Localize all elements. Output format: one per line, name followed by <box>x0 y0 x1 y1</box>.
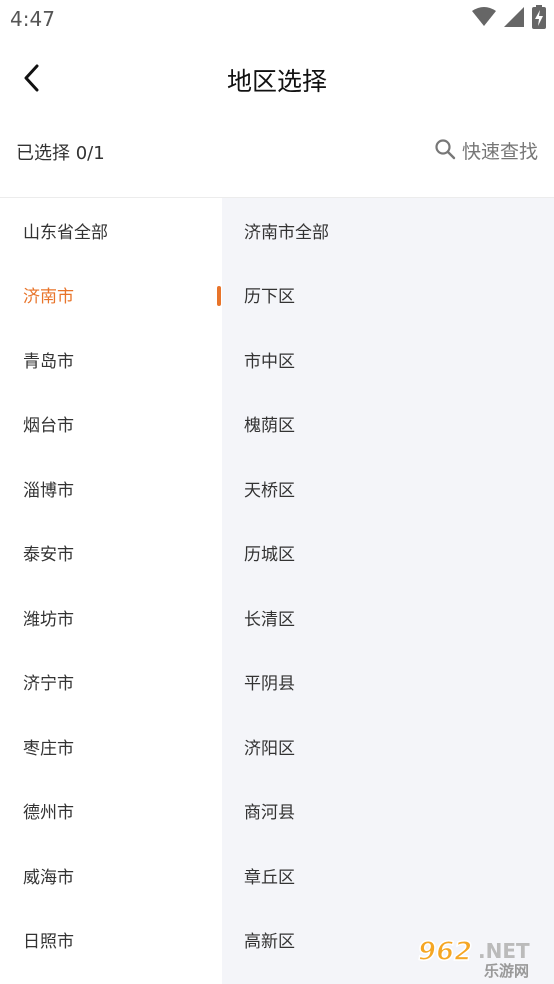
district-item-label: 市中区 <box>244 351 295 372</box>
district-item-label: 历下区 <box>244 287 295 308</box>
search-label: 快速查找 <box>461 141 538 163</box>
city-item-label: 枣庄市 <box>23 738 74 759</box>
district-item-label: 历城区 <box>244 545 295 566</box>
district-item[interactable]: 历城区 <box>222 521 554 586</box>
city-list: 山东省全部济南市青岛市烟台市淄博市泰安市潍坊市济宁市枣庄市德州市威海市日照市 <box>0 198 222 984</box>
status-icons <box>472 5 546 33</box>
selection-count: 已选择 0/1 <box>16 143 105 164</box>
city-item[interactable]: 烟台市 <box>0 392 222 457</box>
site-watermark-logo: 962 .NET 乐游网 <box>414 934 548 980</box>
district-item[interactable]: 济阳区 <box>222 714 554 779</box>
city-item[interactable]: 威海市 <box>0 843 222 908</box>
district-item-label: 济南市全部 <box>244 222 329 243</box>
district-item-label: 槐荫区 <box>244 416 295 437</box>
district-item-label: 济阳区 <box>244 738 295 759</box>
header: 地区选择 <box>0 40 554 122</box>
city-item-label: 山东省全部 <box>23 222 108 243</box>
city-item[interactable]: 青岛市 <box>0 327 222 392</box>
city-item[interactable]: 淄博市 <box>0 456 222 521</box>
city-item[interactable]: 济宁市 <box>0 650 222 715</box>
selection-bar: 已选择 0/1 快速查找 <box>0 122 554 198</box>
city-item-label: 烟台市 <box>23 416 74 437</box>
city-item[interactable]: 泰安市 <box>0 521 222 586</box>
watermark-site: 乐游网 <box>484 962 529 978</box>
district-item-label: 商河县 <box>244 803 295 824</box>
city-item-label: 济宁市 <box>23 674 74 695</box>
district-item-label: 天桥区 <box>244 480 295 501</box>
quick-search-button[interactable]: 快速查找 <box>434 137 538 164</box>
district-item-label: 高新区 <box>244 932 295 953</box>
watermark-number: 962 <box>418 937 472 967</box>
city-item[interactable]: 日照市 <box>0 908 222 973</box>
district-list: 济南市全部历下区市中区槐荫区天桥区历城区长清区平阴县济阳区商河县章丘区高新区 <box>222 198 554 984</box>
district-item-label: 平阴县 <box>244 674 295 695</box>
city-item[interactable]: 潍坊市 <box>0 585 222 650</box>
district-item[interactable]: 商河县 <box>222 779 554 844</box>
wifi-icon <box>472 7 496 31</box>
district-item-label: 长清区 <box>244 609 295 630</box>
city-item-label: 济南市 <box>23 287 74 308</box>
district-item[interactable]: 市中区 <box>222 327 554 392</box>
district-item[interactable]: 天桥区 <box>222 456 554 521</box>
status-time: 4:47 <box>10 7 55 31</box>
district-item[interactable]: 章丘区 <box>222 843 554 908</box>
district-item-label: 章丘区 <box>244 867 295 888</box>
district-item[interactable]: 槐荫区 <box>222 392 554 457</box>
city-item-label: 泰安市 <box>23 545 74 566</box>
page-title: 地区选择 <box>226 67 327 96</box>
city-item-label: 淄博市 <box>23 480 74 501</box>
city-item[interactable]: 德州市 <box>0 779 222 844</box>
watermark-tld: .NET <box>478 939 530 963</box>
city-item[interactable]: 枣庄市 <box>0 714 222 779</box>
city-item-label: 德州市 <box>23 803 74 824</box>
city-item-label: 青岛市 <box>23 351 74 372</box>
district-item[interactable]: 济南市全部 <box>222 198 554 263</box>
search-icon <box>434 138 456 164</box>
active-indicator <box>217 285 221 306</box>
city-item[interactable]: 济南市 <box>0 263 222 328</box>
city-item-label: 日照市 <box>23 932 74 953</box>
district-item[interactable]: 长清区 <box>222 585 554 650</box>
cellular-signal-icon <box>504 7 524 31</box>
city-item-label: 威海市 <box>23 867 74 888</box>
district-item[interactable]: 历下区 <box>222 263 554 328</box>
city-item-label: 潍坊市 <box>23 609 74 630</box>
region-lists: 山东省全部济南市青岛市烟台市淄博市泰安市潍坊市济宁市枣庄市德州市威海市日照市 济… <box>0 198 554 984</box>
district-item[interactable]: 平阴县 <box>222 650 554 715</box>
battery-charging-icon <box>532 5 546 33</box>
city-item[interactable]: 山东省全部 <box>0 198 222 263</box>
status-bar: 4:47 <box>0 0 554 40</box>
